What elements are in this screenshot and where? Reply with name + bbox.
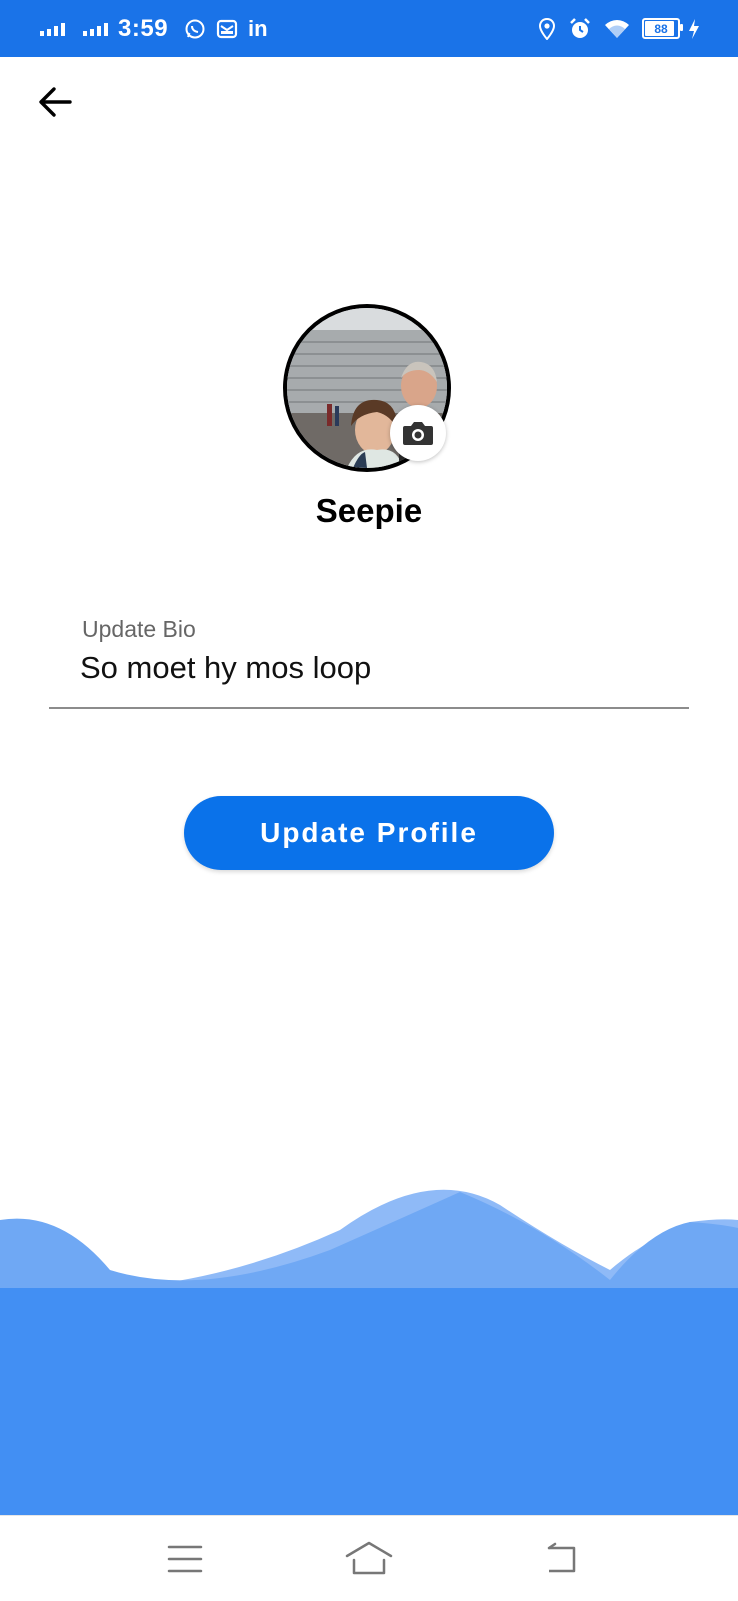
profile-name: Seepie: [315, 492, 423, 529]
system-nav-bar: [0, 1515, 738, 1601]
bio-label: Update Bio: [82, 616, 196, 642]
status-bar: 3:59 in 88: [0, 0, 738, 57]
nav-back-button[interactable]: [537, 1534, 587, 1584]
bio-underline: [49, 707, 689, 709]
status-time: 3:59: [118, 14, 169, 42]
alarm-icon: [568, 17, 592, 41]
home-button[interactable]: [344, 1534, 394, 1584]
change-photo-button[interactable]: [390, 405, 446, 461]
wave-decoration: [0, 1189, 738, 1515]
bio-input[interactable]: [80, 646, 680, 690]
camera-icon: [403, 422, 433, 445]
charging-icon: [688, 18, 700, 40]
signal-icon: [40, 22, 65, 36]
update-profile-button[interactable]: Update Profile: [184, 796, 554, 870]
menu-icon: [167, 1545, 203, 1573]
battery-icon: 88: [642, 18, 683, 39]
back-button[interactable]: [34, 80, 78, 124]
mail-icon: [216, 18, 238, 40]
arrow-left-icon: [39, 87, 72, 117]
battery-level: 88: [654, 21, 668, 36]
status-left: 3:59 in: [40, 0, 268, 57]
location-icon: [538, 17, 556, 40]
signal-icon: [83, 22, 108, 36]
whatsapp-icon: [184, 18, 206, 40]
wifi-icon: [604, 18, 630, 40]
back-icon: [547, 1542, 576, 1573]
linkedin-icon: in: [248, 15, 268, 41]
status-right: 88: [538, 0, 700, 57]
home-icon: [345, 1541, 393, 1575]
menu-button[interactable]: [160, 1534, 210, 1584]
